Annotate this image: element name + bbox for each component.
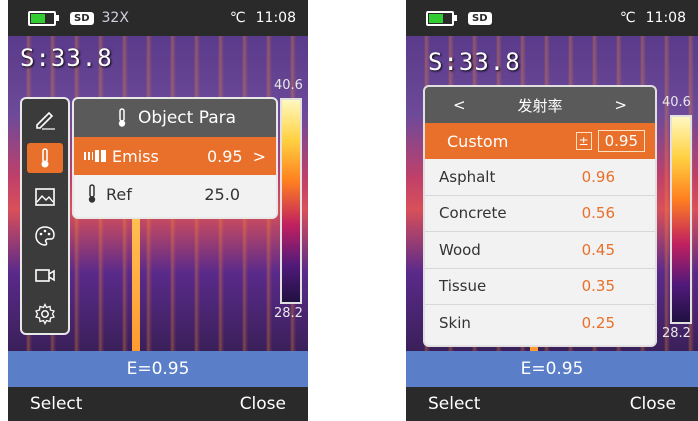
clock: 11:08 xyxy=(255,10,296,26)
select-button[interactable]: Select xyxy=(406,394,502,414)
sd-card-badge: SD xyxy=(468,11,492,25)
custom-value-field[interactable]: 0.95 xyxy=(597,130,645,152)
material-value: 0.56 xyxy=(581,204,615,223)
emissivity-panel: < 发射率 > Custom ± 0.95 Asphalt 0.96 Concr… xyxy=(423,85,657,347)
color-scale-bar xyxy=(280,98,302,304)
sd-card-badge: SD xyxy=(70,11,94,25)
thermometer-icon xyxy=(41,147,49,167)
material-row[interactable]: Concrete 0.56 xyxy=(425,196,655,232)
thermometer-icon xyxy=(88,184,96,203)
emiss-value: 0.95 xyxy=(206,146,243,166)
material-row[interactable]: Wood 0.45 xyxy=(425,232,655,269)
custom-label: Custom xyxy=(447,131,509,151)
spot-temperature: S:33.8 xyxy=(20,44,113,72)
panel-title: Object Para xyxy=(137,108,237,128)
material-row[interactable]: Tissue 0.35 xyxy=(425,269,655,305)
material-row[interactable]: Asphalt 0.96 xyxy=(425,159,655,196)
material-name: Wood xyxy=(439,240,481,259)
rail-item-thermometer[interactable] xyxy=(27,142,63,173)
scale-max-label: 40.6 xyxy=(662,95,691,110)
rail-item-image[interactable] xyxy=(27,182,63,212)
select-button[interactable]: Select xyxy=(8,394,104,414)
temperature-unit: ℃ xyxy=(229,10,246,26)
emissivity-status-bar: E=0.95 xyxy=(406,351,698,387)
scale-max-label: 40.6 xyxy=(274,78,303,93)
thermometer-icon xyxy=(118,108,126,127)
image-icon xyxy=(35,187,55,206)
battery-icon xyxy=(426,10,457,26)
rail-item-edit[interactable] xyxy=(27,104,63,134)
clock: 11:08 xyxy=(645,10,686,26)
zoom-level: 32X xyxy=(101,10,129,26)
scale-min-label: 28.2 xyxy=(274,306,303,321)
plus-minus-icon[interactable]: ± xyxy=(575,132,592,150)
emiss-label: Emiss xyxy=(112,146,159,166)
status-bar: SD ℃ 11:08 xyxy=(406,0,698,36)
chevron-right-icon[interactable]: > xyxy=(614,96,627,114)
status-bar: SD 32X ℃ 11:08 xyxy=(8,0,308,36)
material-name: Skin xyxy=(439,313,471,332)
rail-item-settings[interactable] xyxy=(27,299,63,329)
spot-temperature: S:33.8 xyxy=(428,48,521,76)
material-value: 0.45 xyxy=(581,240,615,259)
left-device-screen: SD 32X ℃ 11:08 S:33.8 40.6 28.2 Object P… xyxy=(8,0,308,421)
softkey-bar: Select Close xyxy=(406,387,698,421)
emiss-row[interactable]: Emiss 0.95 > xyxy=(74,137,276,175)
softkey-bar: Select Close xyxy=(8,387,308,421)
emissivity-panel-header: < 发射率 > xyxy=(425,87,655,123)
material-row[interactable]: Skin 0.25 xyxy=(425,305,655,341)
material-value: 0.35 xyxy=(581,277,615,296)
temperature-unit: ℃ xyxy=(619,10,636,26)
battery-icon xyxy=(28,10,59,26)
material-value: 0.96 xyxy=(581,167,615,186)
panel-title: 发射率 xyxy=(517,96,563,115)
panel-header: Object Para xyxy=(74,99,276,137)
material-name: Tissue xyxy=(439,277,487,296)
object-para-panel: Object Para Emiss 0.95 > Ref 25.0 xyxy=(72,97,278,219)
material-value: 0.25 xyxy=(581,313,615,332)
palette-icon xyxy=(35,225,55,246)
close-button[interactable]: Close xyxy=(608,394,698,414)
emissivity-status-bar: E=0.95 xyxy=(8,351,308,387)
menu-rail xyxy=(20,97,70,335)
close-button[interactable]: Close xyxy=(218,394,308,414)
edit-icon xyxy=(36,111,55,130)
video-icon xyxy=(35,268,55,282)
scale-min-label: 28.2 xyxy=(662,326,691,341)
chevron-right-icon: > xyxy=(252,146,266,166)
gear-icon xyxy=(35,302,55,325)
material-name: Concrete xyxy=(439,204,507,223)
rail-item-video[interactable] xyxy=(27,260,63,290)
rail-item-palette[interactable] xyxy=(27,221,63,251)
chevron-left-icon[interactable]: < xyxy=(453,96,466,114)
color-scale-bar xyxy=(670,115,692,324)
ref-row[interactable]: Ref 25.0 xyxy=(74,175,276,213)
ref-label: Ref xyxy=(106,184,132,204)
ref-value: 25.0 xyxy=(204,184,240,204)
right-device-screen: SD ℃ 11:08 S:33.8 40.6 28.2 < 发射率 > Cust… xyxy=(406,0,698,421)
material-name: Asphalt xyxy=(439,167,496,186)
custom-emissivity-row[interactable]: Custom ± 0.95 xyxy=(425,123,655,159)
emissivity-icon xyxy=(84,150,106,162)
